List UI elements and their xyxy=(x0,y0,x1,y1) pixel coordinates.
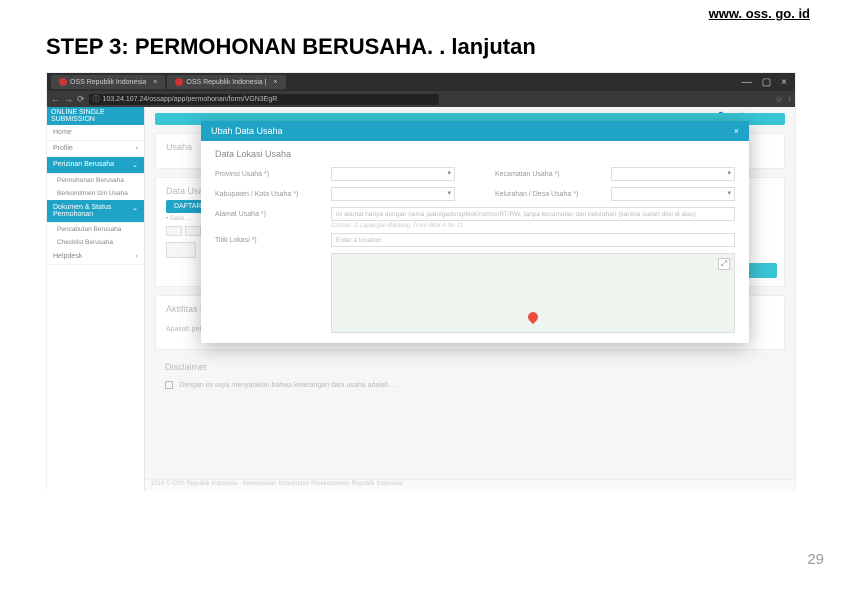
menu-icon[interactable]: ⁝ xyxy=(788,95,791,104)
sidebar-item-dokumen[interactable]: Dokumen & Status Permohonan⌄ xyxy=(47,200,144,223)
close-window-icon[interactable]: × xyxy=(781,77,787,88)
browser-addressbar: ← → ⟳ ⓘ 103.24.107.24/ossapp/app/permoho… xyxy=(47,91,795,107)
select-kabupaten[interactable] xyxy=(331,187,455,201)
favicon-icon xyxy=(59,78,67,86)
sidebar-sub-berkomitmen[interactable]: Berkomitmen Izin Usaha xyxy=(47,187,144,200)
map-widget[interactable]: ⤢ xyxy=(331,253,735,333)
chevron-icon: ‹ xyxy=(136,145,138,152)
input-titik-lokasi[interactable]: Enter a location xyxy=(331,233,735,247)
brand-bar: ONLINE SINGLE SUBMISSION xyxy=(47,107,144,125)
map-fullscreen-icon[interactable]: ⤢ xyxy=(718,258,730,270)
label-kecamatan: Kecamatan Usaha *) xyxy=(495,171,605,178)
sidebar-item-helpdesk[interactable]: Helpdesk‹ xyxy=(47,249,144,265)
select-provinsi[interactable] xyxy=(331,167,455,181)
reload-icon[interactable]: ⟳ xyxy=(77,94,85,105)
modal-overlay: Ubah Data Usaha × Data Lokasi Usaha Prov… xyxy=(155,113,785,397)
input-alamat[interactable]: isi alamat hanya dengan nama jalan/gedun… xyxy=(331,207,735,221)
chevron-down-icon: ⌄ xyxy=(132,204,138,218)
sidebar: ONLINE SINGLE SUBMISSION Home Profile‹ P… xyxy=(47,107,145,491)
modal-section-title: Data Lokasi Usaha xyxy=(201,141,749,161)
star-icon[interactable]: ☆ xyxy=(775,95,782,104)
modal-title: Ubah Data Usaha xyxy=(211,126,283,136)
modal-close-icon[interactable]: × xyxy=(734,126,739,136)
label-kelurahan: Kelurahan / Desa Usaha *) xyxy=(495,191,605,198)
address-input[interactable]: ⓘ 103.24.107.24/ossapp/app/permohonan/fo… xyxy=(89,94,439,105)
select-kelurahan[interactable] xyxy=(611,187,735,201)
page-number: 29 xyxy=(807,551,824,568)
sidebar-item-home[interactable]: Home xyxy=(47,125,144,141)
info-icon: ⓘ xyxy=(93,94,100,104)
sidebar-sub-pencabutan[interactable]: Pencabutan Berusaha xyxy=(47,223,144,236)
select-kecamatan[interactable] xyxy=(611,167,735,181)
modal-ubah-data-usaha: Ubah Data Usaha × Data Lokasi Usaha Prov… xyxy=(201,121,749,343)
tab-label: OSS Republik Indonesia xyxy=(70,79,146,86)
label-provinsi: Provinsi Usaha *) xyxy=(215,171,325,178)
close-tab-icon[interactable]: × xyxy=(153,79,157,86)
tab-label: OSS Republik Indonesia | xyxy=(186,79,266,86)
maximize-icon[interactable]: ▢ xyxy=(762,77,771,88)
chevron-icon: ‹ xyxy=(136,253,138,260)
url-link[interactable]: www. oss. go. id xyxy=(709,6,810,21)
main-content: 👤 Budi Subarizno ⌄ Usaha Data Usaha DAFT… xyxy=(145,107,795,491)
embedded-screenshot: OSS Republik Indonesia × OSS Republik In… xyxy=(46,72,796,490)
sidebar-item-profile[interactable]: Profile‹ xyxy=(47,141,144,157)
forward-icon[interactable]: → xyxy=(64,94,73,104)
close-tab-icon[interactable]: × xyxy=(273,79,277,86)
slide-title: STEP 3: PERMOHONAN BERUSAHA. . lanjutan xyxy=(46,34,536,60)
map-pin-icon xyxy=(528,312,538,326)
address-text: 103.24.107.24/ossapp/app/permohonan/form… xyxy=(103,96,278,103)
favicon-icon xyxy=(175,78,183,86)
footer: 2018 © OSS Republik Indonesia · Kementer… xyxy=(145,479,795,491)
label-kabupaten: Kabupaten / Kota Usaha *) xyxy=(215,191,325,198)
sidebar-sub-checklist[interactable]: Checklist Berusaha xyxy=(47,236,144,249)
sidebar-item-perizinan[interactable]: Perizinan Berusaha⌄ xyxy=(47,157,144,174)
label-titik: Titik Lokasi *) xyxy=(215,237,325,244)
hint-alamat: Contoh: Jl Lapangan Banteng Timur Blok A… xyxy=(331,223,735,229)
browser-tabbar: OSS Republik Indonesia × OSS Republik In… xyxy=(47,73,795,91)
chevron-down-icon: ⌄ xyxy=(132,161,138,169)
back-icon[interactable]: ← xyxy=(51,94,60,104)
minimize-icon[interactable]: — xyxy=(742,77,752,88)
label-alamat: Alamat Usaha *) xyxy=(215,211,325,218)
modal-header: Ubah Data Usaha × xyxy=(201,121,749,141)
sidebar-sub-permohonan[interactable]: Permohonan Berusaha xyxy=(47,174,144,187)
browser-tab[interactable]: OSS Republik Indonesia | × xyxy=(167,75,285,89)
browser-tab[interactable]: OSS Republik Indonesia × xyxy=(51,75,165,89)
